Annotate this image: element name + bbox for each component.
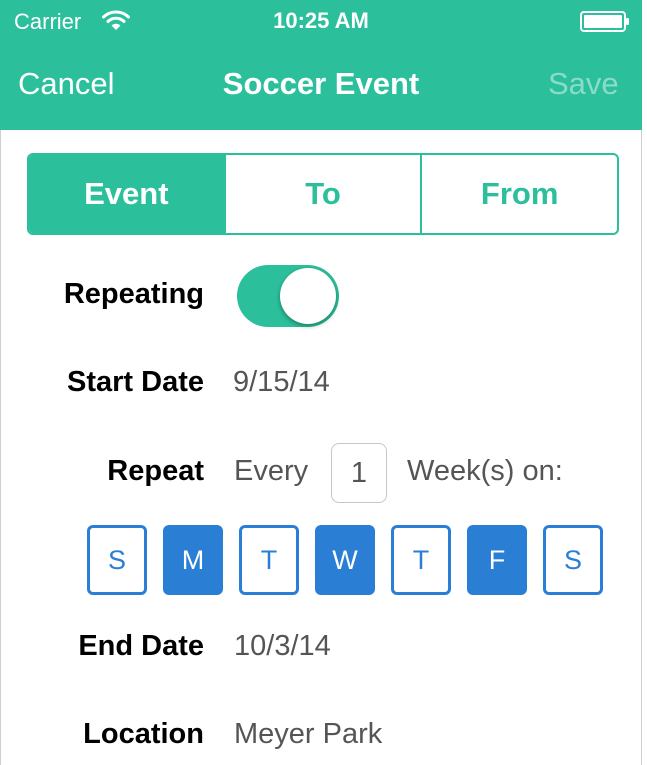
cancel-button[interactable]: Cancel <box>18 66 115 102</box>
day-saturday-toggle[interactable]: S <box>543 525 603 595</box>
repeat-every-text: Every <box>234 455 309 487</box>
event-form: Event To From Repeating Start Date 9/15/… <box>0 130 642 765</box>
tab-event[interactable]: Event <box>29 155 224 233</box>
repeating-toggle[interactable] <box>237 265 339 327</box>
weekday-selector: S M T W T F S <box>87 525 607 595</box>
tab-from[interactable]: From <box>420 155 617 233</box>
day-monday-toggle[interactable]: M <box>163 525 223 595</box>
end-date-value[interactable]: 10/3/14 <box>234 630 331 663</box>
repeat-interval-input[interactable]: 1 <box>331 443 387 503</box>
day-wednesday-toggle[interactable]: W <box>315 525 375 595</box>
repeat-label: Repeat <box>107 455 204 487</box>
day-sunday-toggle[interactable]: S <box>87 525 147 595</box>
navigation-bar: Cancel Soccer Event Save <box>0 44 642 130</box>
battery-icon <box>580 11 629 32</box>
location-value[interactable]: Meyer Park <box>234 718 382 751</box>
tab-to[interactable]: To <box>223 155 421 233</box>
header: Carrier 10:25 AM Cancel Soccer Event Sav… <box>0 0 642 130</box>
status-bar: Carrier 10:25 AM <box>0 0 642 44</box>
day-thursday-toggle[interactable]: T <box>391 525 451 595</box>
repeating-label: Repeating <box>63 278 204 310</box>
end-date-label: End Date <box>78 630 204 662</box>
day-friday-toggle[interactable]: F <box>467 525 527 595</box>
location-label: Location <box>83 718 204 750</box>
day-tuesday-toggle[interactable]: T <box>239 525 299 595</box>
start-date-value[interactable]: 9/15/14 <box>233 366 330 399</box>
segmented-control: Event To From <box>27 153 619 235</box>
status-time: 10:25 AM <box>273 8 369 33</box>
start-date-label: Start Date <box>67 366 204 398</box>
event-editor-screen: Carrier 10:25 AM Cancel Soccer Event Sav… <box>0 0 647 765</box>
toggle-knob <box>280 268 336 324</box>
repeat-unit-text: Week(s) on: <box>407 455 563 487</box>
save-button[interactable]: Save <box>548 66 619 102</box>
